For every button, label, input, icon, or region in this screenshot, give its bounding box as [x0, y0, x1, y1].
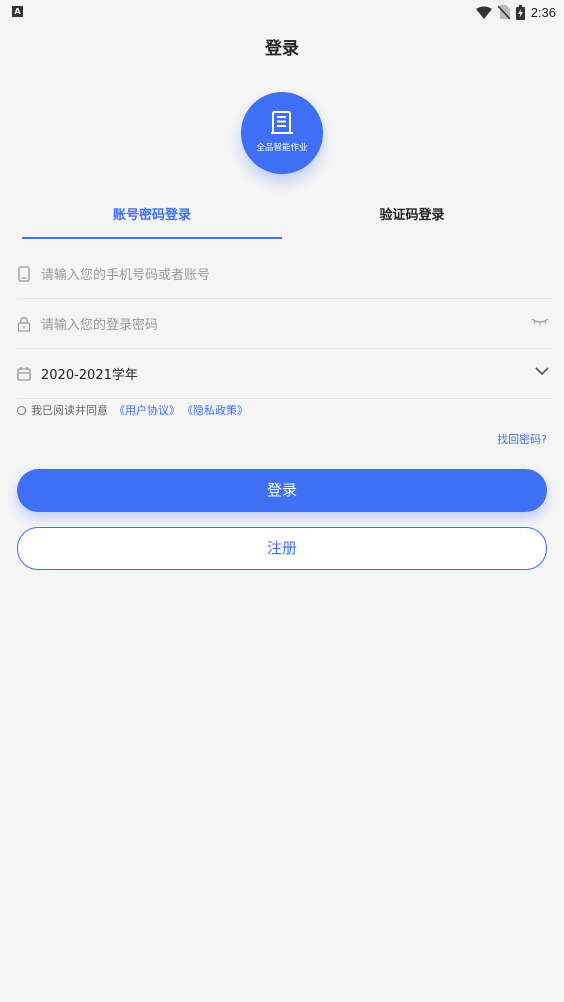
agreement-row: 我已阅读并同意 《用户协议》 《隐私政策》: [17, 402, 248, 418]
eye-closed-icon[interactable]: [531, 317, 549, 327]
notification-a-icon: A: [12, 6, 23, 17]
forgot-password-link[interactable]: 找回密码?: [497, 431, 547, 447]
status-bar: A 2:36: [0, 0, 564, 24]
school-year-value: 2020-2021学年: [41, 368, 138, 383]
no-sim-icon: [497, 5, 510, 19]
account-input[interactable]: 请输入您的手机号码或者账号: [41, 264, 210, 283]
page-title: 登录: [265, 39, 299, 59]
password-input[interactable]: 请输入您的登录密码: [41, 314, 158, 333]
user-agreement-link[interactable]: 《用户协议》: [114, 402, 180, 418]
wifi-icon: [475, 6, 492, 19]
chevron-down-icon[interactable]: [535, 367, 549, 376]
login-tabs: 账号密码登录 验证码登录: [22, 203, 542, 239]
account-field[interactable]: 请输入您的手机号码或者账号: [17, 250, 553, 299]
phone-icon: [18, 266, 30, 282]
tab-account-password[interactable]: 账号密码登录: [22, 203, 282, 239]
status-icons: 2:36: [475, 3, 556, 21]
app-logo: 全品智能作业: [241, 92, 323, 174]
status-time: 2:36: [530, 4, 556, 20]
battery-icon: [515, 4, 525, 20]
tab-verification-code[interactable]: 验证码登录: [282, 203, 542, 237]
school-year-select[interactable]: 2020-2021学年: [17, 350, 553, 399]
calendar-icon: [17, 367, 31, 381]
agreement-checkbox[interactable]: [17, 405, 26, 415]
logo-text: 全品智能作业: [256, 143, 308, 153]
privacy-policy-link[interactable]: 《隐私政策》: [182, 402, 248, 418]
lock-icon: [17, 316, 31, 332]
login-button[interactable]: 登录: [17, 469, 547, 512]
document-icon: [271, 111, 293, 134]
password-field[interactable]: 请输入您的登录密码: [17, 300, 553, 349]
agreement-text: 我已阅读并同意: [31, 404, 108, 417]
register-button[interactable]: 注册: [17, 527, 547, 570]
